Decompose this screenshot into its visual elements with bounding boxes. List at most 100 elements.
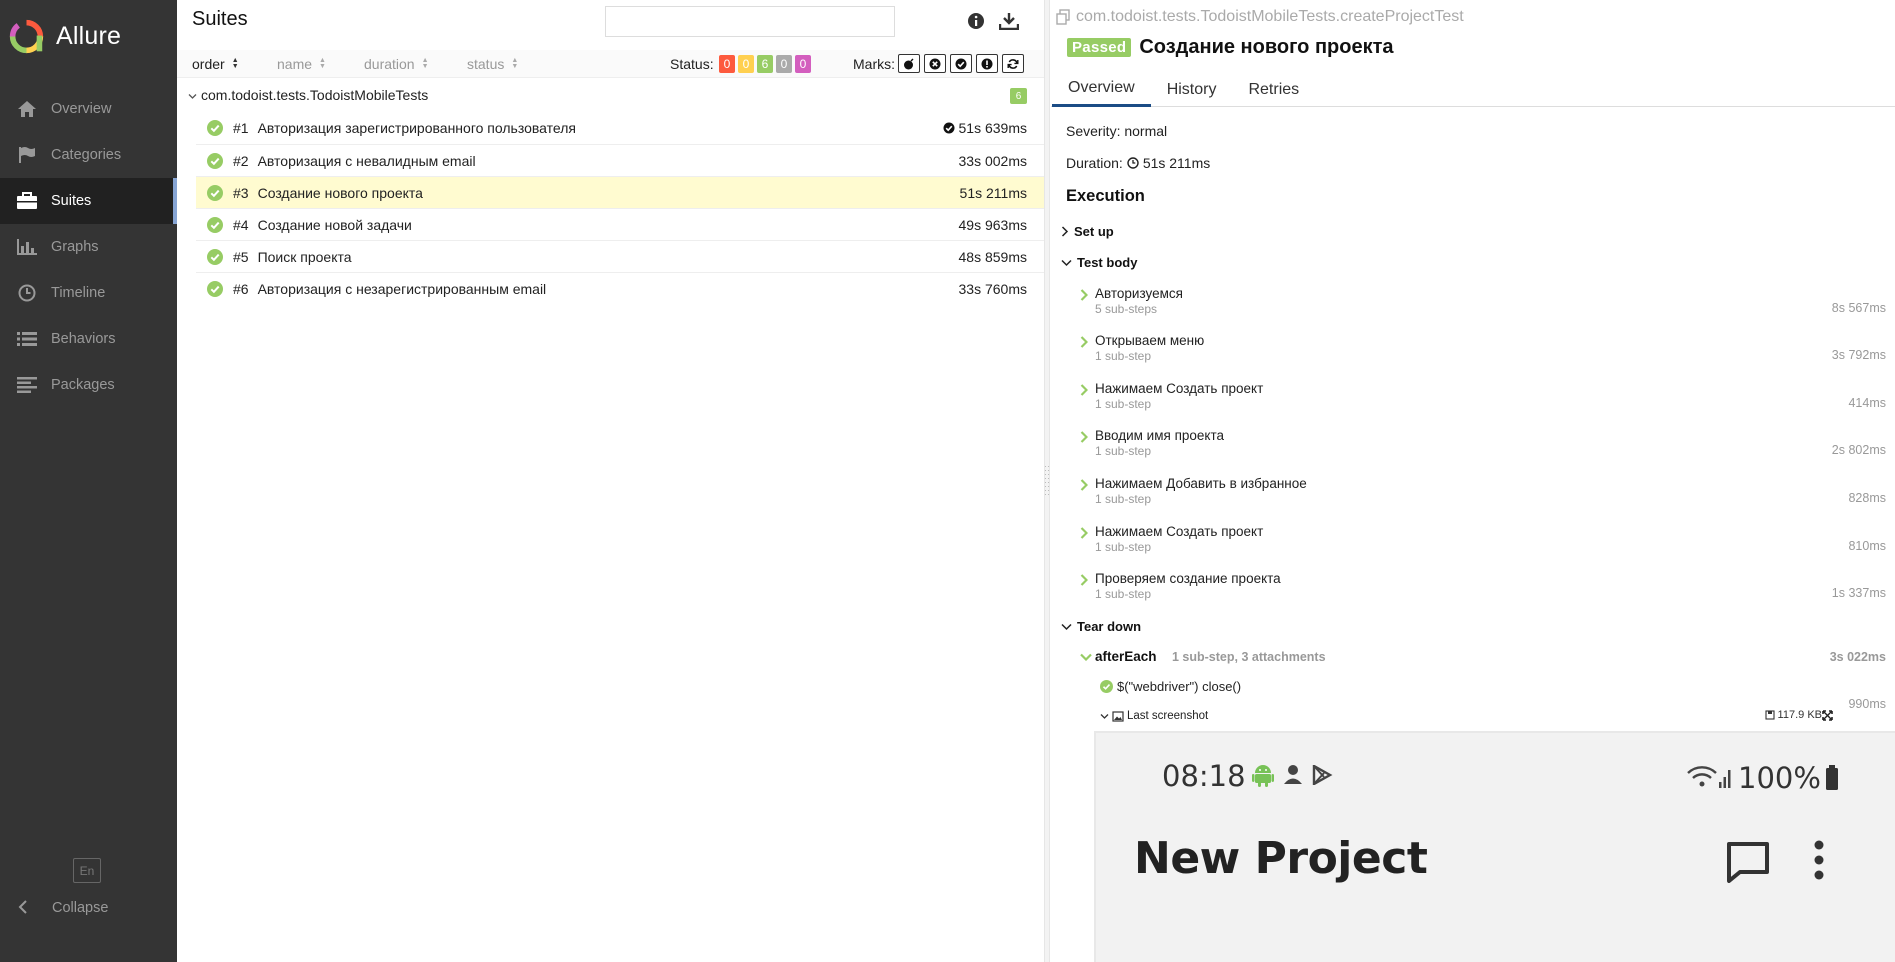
test-name: Создание нового проекта	[257, 184, 423, 201]
flag-icon	[15, 145, 39, 165]
test-duration: 51s 639ms	[943, 120, 1027, 136]
step-item[interactable]: Авторизуемся 5 sub-steps 8s 567ms	[1080, 286, 1895, 326]
step-item[interactable]: Открываем меню 1 sub-step 3s 792ms	[1080, 333, 1895, 373]
info-icon[interactable]	[967, 12, 985, 33]
sidebar-item-suites[interactable]: Suites	[0, 178, 177, 224]
marks-filters	[898, 54, 1024, 73]
test-full-name[interactable]: com.todoist.tests.TodoistMobileTests.cre…	[1055, 8, 1464, 26]
step-item[interactable]: Нажимаем Создать проект 1 sub-step 810ms	[1080, 524, 1895, 564]
step-name: Нажимаем Создать проект	[1095, 524, 1264, 539]
new-passed-icon[interactable]	[950, 54, 972, 73]
more-vertical-icon	[1814, 840, 1824, 880]
sidebar-item-label: Behaviors	[51, 331, 116, 347]
sidebar-item-packages[interactable]: Packages	[0, 362, 177, 408]
sidebar-item-categories[interactable]: Categories	[0, 132, 177, 178]
status-filter-label: Status:	[670, 55, 714, 72]
sort-by-order[interactable]: order ▲ ▼	[192, 56, 239, 72]
step-item[interactable]: Нажимаем Создать проект 1 sub-step 414ms	[1080, 381, 1895, 421]
test-name: Авторизация с незарегистрированным email	[257, 280, 547, 297]
attachment-size-value: 117.9 KB	[1777, 709, 1822, 721]
tab-history[interactable]: History	[1151, 72, 1233, 107]
suite-group[interactable]: com.todoist.tests.TodoistMobileTests 6	[177, 83, 1044, 107]
expand-icon[interactable]	[1822, 710, 1833, 721]
step-substeps: 1 sub-step	[1095, 540, 1152, 554]
wifi-signal-icon	[1687, 766, 1731, 788]
test-row[interactable]: #1 Авторизация зарегистрированного польз…	[196, 112, 1044, 144]
setup-label: Set up	[1074, 224, 1114, 239]
step-substeps: 5 sub-steps	[1095, 302, 1158, 316]
android-icon	[1252, 765, 1274, 787]
flaky-icon[interactable]	[898, 54, 920, 73]
tear-down-section[interactable]: Tear down	[1061, 619, 1141, 634]
sidebar-item-graphs[interactable]: Graphs	[0, 224, 177, 270]
sidebar: Allure Overview Categories Suites Graphs	[0, 0, 177, 962]
test-row[interactable]: #2 Авторизация с невалидным email 33s 00…	[196, 144, 1044, 176]
step-item[interactable]: Нажимаем Добавить в избранное 1 sub-step…	[1080, 476, 1895, 516]
step-item[interactable]: Вводим имя проекта 1 sub-step 2s 802ms	[1080, 428, 1895, 468]
sort-label: duration	[364, 55, 415, 72]
sort-by-status[interactable]: status ▲ ▼	[467, 56, 518, 72]
copy-icon[interactable]	[1055, 9, 1071, 25]
download-icon[interactable]	[998, 12, 1020, 33]
phone-notification-icons	[1252, 763, 1334, 787]
chevron-down-icon	[188, 87, 197, 103]
step-duration: 1s 337ms	[1831, 586, 1886, 600]
test-body-label: Test body	[1077, 255, 1138, 270]
failed-counter[interactable]: 0	[719, 54, 735, 73]
search-input[interactable]	[605, 6, 895, 37]
test-detail-pane: com.todoist.tests.TodoistMobileTests.cre…	[1051, 0, 1895, 962]
after-each-step[interactable]: afterEach 1 sub-step, 3 attachments 3s 0…	[1080, 649, 1895, 669]
phone-battery-percent: 100%	[1738, 761, 1821, 795]
test-duration-value: 51s 639ms	[958, 120, 1027, 136]
test-full-name-text: com.todoist.tests.TodoistMobileTests.cre…	[1076, 8, 1464, 25]
sort-by-name[interactable]: name ▲ ▼	[277, 56, 326, 72]
test-name: Авторизация с невалидным email	[257, 152, 476, 169]
chevron-down-icon	[1061, 623, 1072, 630]
new-failed-icon[interactable]	[924, 54, 946, 73]
bar-chart-icon	[15, 237, 39, 257]
sidebar-nav: Overview Categories Suites Graphs Timeli…	[0, 86, 177, 408]
step-duration: 2s 802ms	[1831, 443, 1886, 457]
unknown-counter[interactable]: 0	[795, 54, 811, 73]
duration-label: Duration:	[1066, 155, 1123, 171]
setup-section[interactable]: Set up	[1061, 224, 1114, 239]
brand[interactable]: Allure	[8, 16, 121, 56]
step-duration: 8s 567ms	[1831, 301, 1886, 315]
chevron-right-icon	[1080, 574, 1088, 586]
sidebar-item-timeline[interactable]: Timeline	[0, 270, 177, 316]
test-number: #3	[233, 184, 249, 201]
tab-overview[interactable]: Overview	[1052, 72, 1151, 107]
list-icon	[15, 329, 39, 349]
test-title-row: Passed Создание нового проекта	[1067, 36, 1394, 59]
test-title: Создание нового проекта	[1139, 36, 1394, 58]
test-body-section[interactable]: Test body	[1061, 255, 1137, 270]
tab-retries[interactable]: Retries	[1232, 72, 1315, 107]
chevron-right-icon	[1080, 479, 1088, 491]
step-item[interactable]: Проверяем создание проекта 1 sub-step 1s…	[1080, 571, 1895, 611]
collapse-button[interactable]: Collapse	[0, 893, 177, 923]
sidebar-item-label: Graphs	[51, 239, 99, 255]
status-badge: Passed	[1067, 38, 1132, 57]
sort-by-duration[interactable]: duration ▲ ▼	[364, 56, 429, 72]
webdriver-step[interactable]: $("webdriver") close()	[1100, 679, 1241, 694]
test-duration: 49s 963ms	[958, 216, 1027, 233]
sidebar-item-overview[interactable]: Overview	[0, 86, 177, 132]
sidebar-item-behaviors[interactable]: Behaviors	[0, 316, 177, 362]
test-row[interactable]: #4 Создание новой задачи 49s 963ms	[196, 208, 1044, 240]
broken-counter[interactable]: 0	[738, 54, 754, 73]
test-row[interactable]: #5 Поиск проекта 48s 859ms	[196, 240, 1044, 272]
drag-handle-icon[interactable]	[1045, 466, 1049, 496]
passed-counter[interactable]: 6	[757, 54, 773, 73]
sort-toolbar: order ▲ ▼ name ▲ ▼ duration ▲ ▼ status ▲ ▼ S…	[177, 50, 1044, 78]
retries-icon[interactable]	[1002, 54, 1024, 73]
passed-status-icon	[207, 216, 223, 233]
test-row[interactable]: #6 Авторизация с незарегистрированным em…	[196, 272, 1044, 304]
test-list: #1 Авторизация зарегистрированного польз…	[196, 112, 1044, 304]
skipped-counter[interactable]: 0	[776, 54, 792, 73]
new-passed-icon	[943, 122, 955, 134]
test-row-selected[interactable]: #3 Создание нового проекта 51s 211ms	[196, 176, 1044, 208]
chevron-right-icon	[1080, 336, 1088, 348]
new-broken-icon[interactable]	[976, 54, 998, 73]
language-button[interactable]: En	[73, 858, 101, 883]
play-store-icon	[1312, 765, 1333, 785]
